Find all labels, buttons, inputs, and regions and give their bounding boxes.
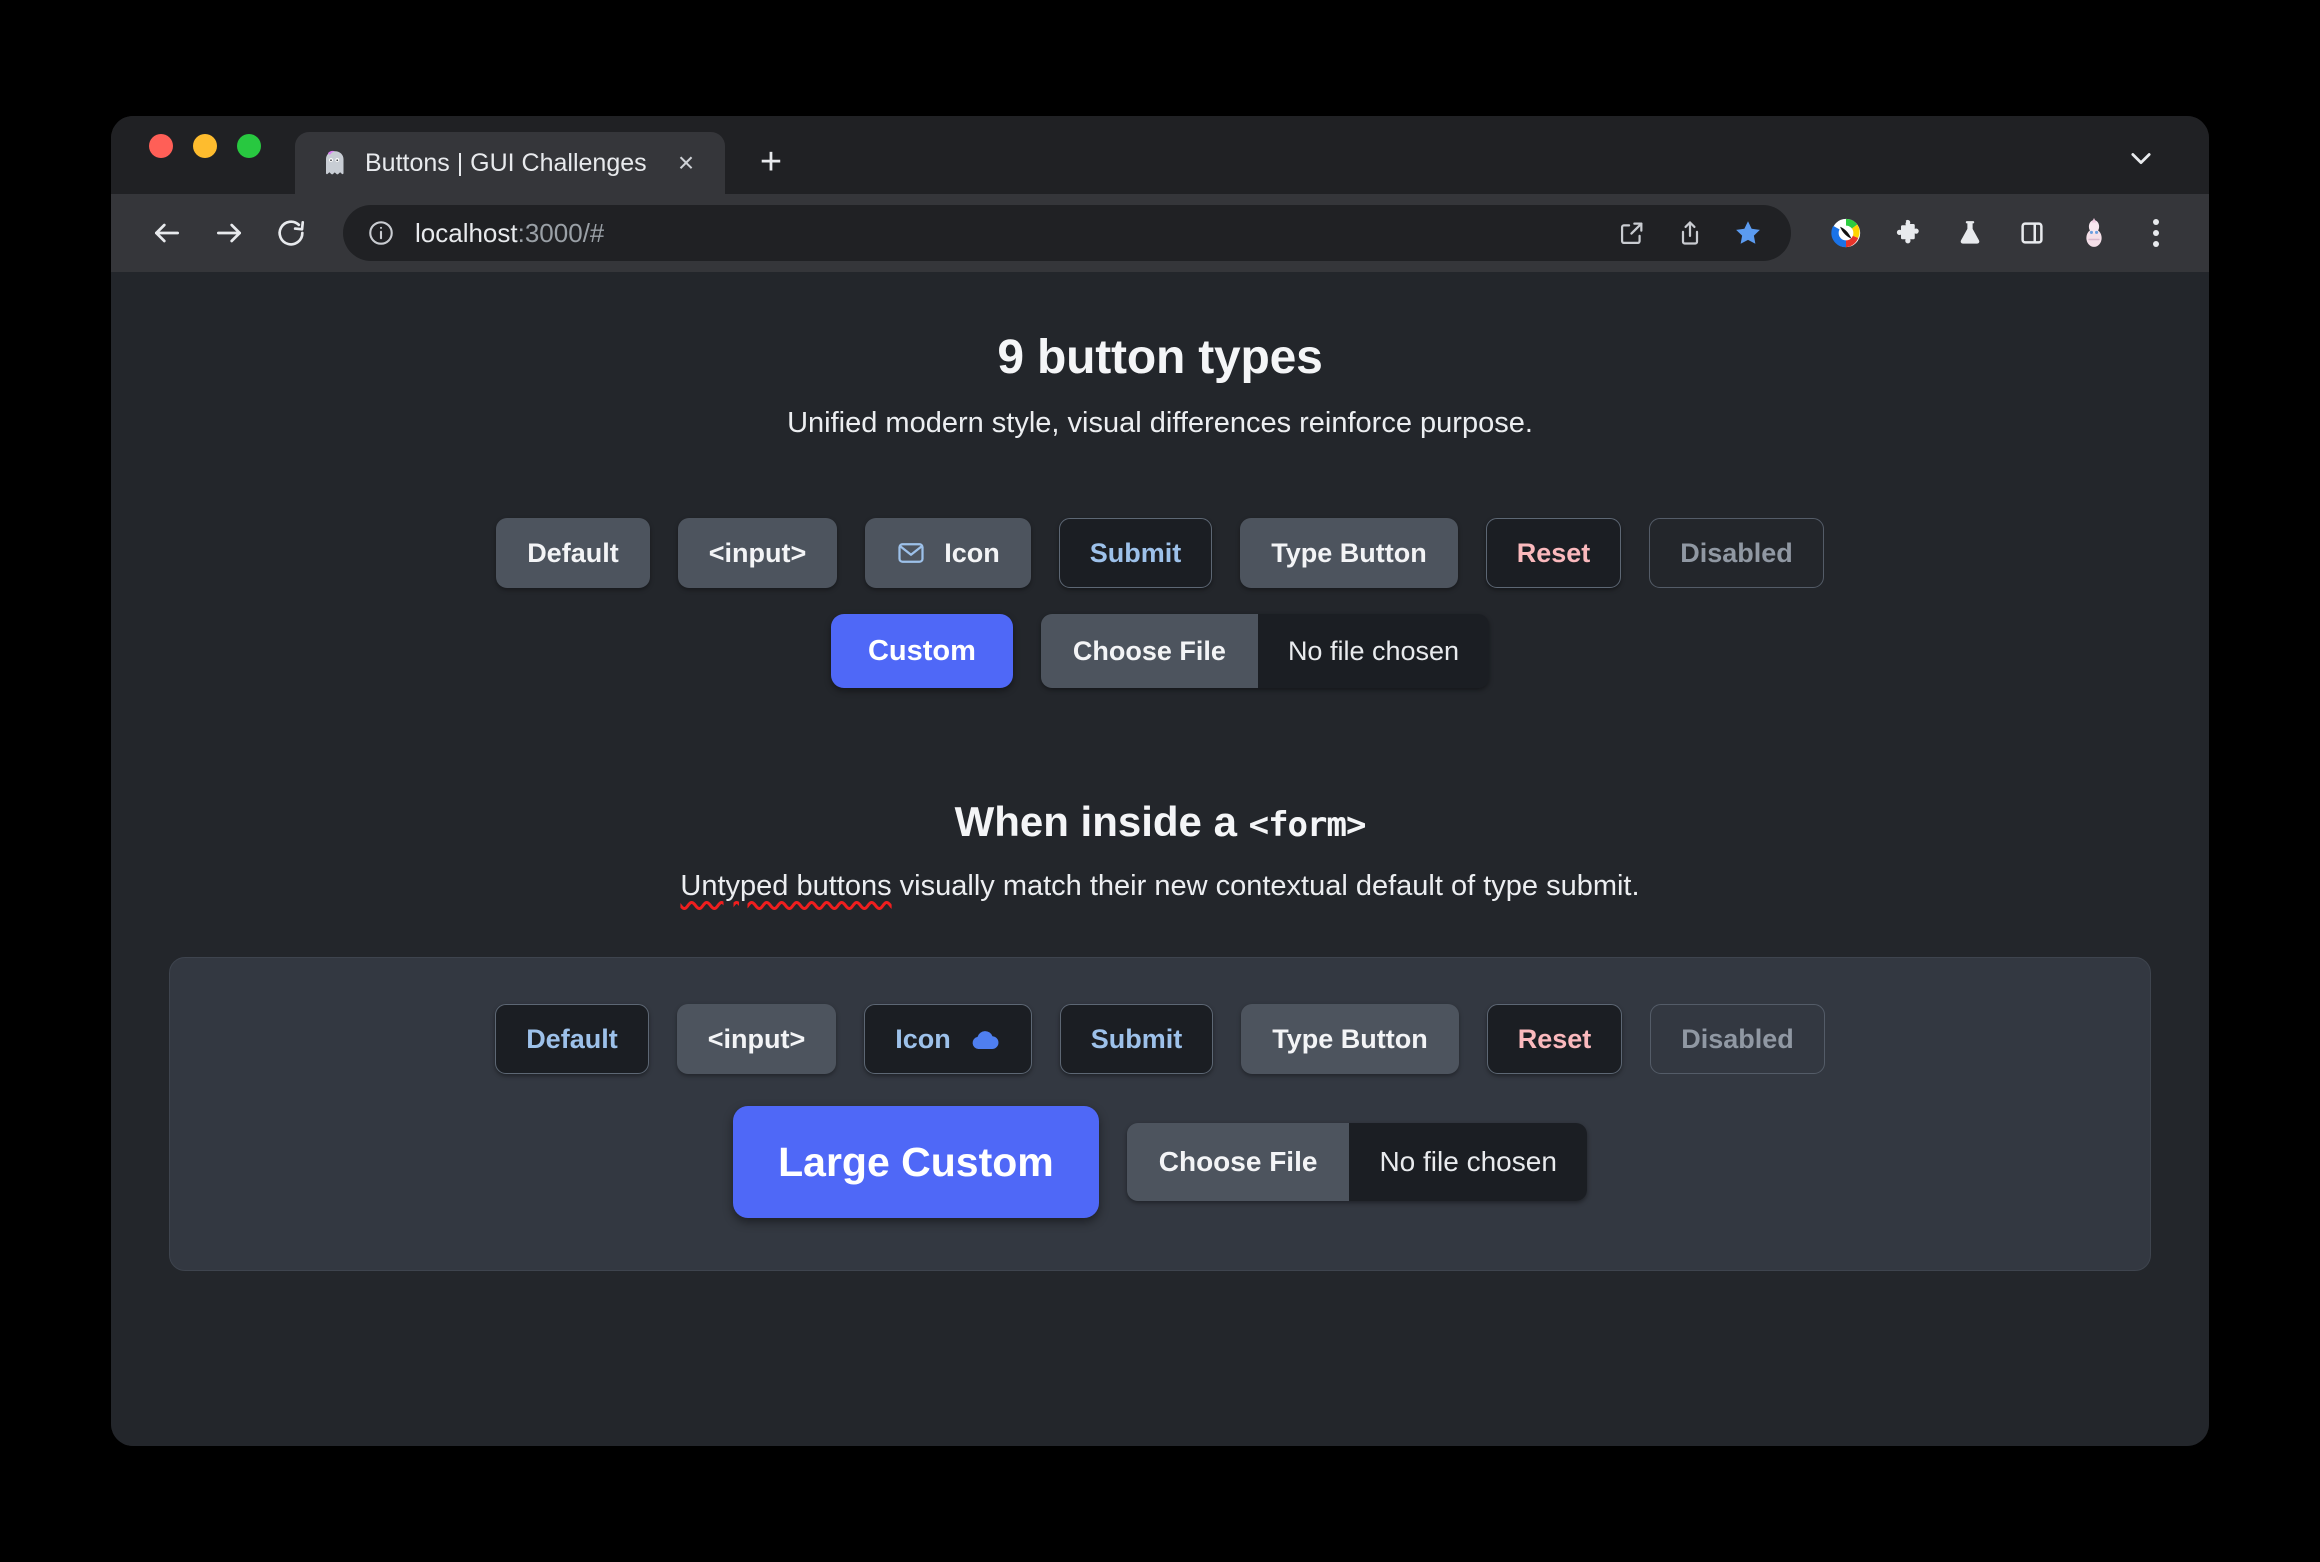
- button-disabled: Disabled: [1649, 518, 1824, 588]
- form-button-reset[interactable]: Reset: [1486, 1004, 1623, 1074]
- button-submit[interactable]: Submit: [1058, 518, 1213, 588]
- page-content: 9 button types Unified modern style, vis…: [111, 272, 2209, 1446]
- button-label: Reset: [1516, 537, 1591, 568]
- file-chosen-label: No file chosen: [1257, 614, 1490, 688]
- button-label: Default: [526, 1023, 618, 1054]
- back-arrow-icon[interactable]: [139, 205, 195, 261]
- button-label: Submit: [1090, 1023, 1183, 1054]
- form-button-submit[interactable]: Submit: [1059, 1004, 1214, 1074]
- form-button-icon[interactable]: Icon: [864, 1004, 1032, 1074]
- window-close-button[interactable]: [149, 134, 173, 158]
- share-icon[interactable]: [1663, 206, 1717, 260]
- form-section-title-text: When inside a: [954, 798, 1249, 845]
- browser-extension-bar: [1819, 206, 2183, 260]
- address-bar-url: localhost:3000/#: [415, 218, 604, 249]
- form-section-title-mono: <form>: [1248, 805, 1367, 845]
- form-section-header: When inside a <form> Untyped buttons vis…: [111, 798, 2209, 903]
- new-tab-button[interactable]: +: [745, 136, 797, 188]
- form-file-input[interactable]: Choose File No file chosen: [1126, 1123, 1587, 1201]
- browser-tab-strip: Buttons | GUI Challenges × +: [111, 116, 2209, 194]
- url-host: localhost: [415, 217, 518, 248]
- form-button-disabled: Disabled: [1650, 1004, 1825, 1074]
- address-bar-actions: [1605, 206, 1775, 260]
- button-label: Submit: [1089, 537, 1182, 568]
- button-label: Large Custom: [778, 1138, 1054, 1185]
- page-subtitle: Unified modern style, visual differences…: [787, 407, 1533, 439]
- button-label: Icon: [944, 537, 1000, 568]
- reload-icon[interactable]: [263, 205, 319, 261]
- color-circle-icon[interactable]: [1819, 206, 1873, 260]
- avatar-icon[interactable]: [2067, 206, 2121, 260]
- choose-file-button[interactable]: Choose File: [1040, 614, 1258, 688]
- button-label: Type Button: [1271, 537, 1427, 568]
- form-container: Default <input> Icon Submit Type Button …: [169, 957, 2151, 1271]
- mail-icon: [896, 538, 926, 568]
- page-title: 9 button types: [997, 331, 1323, 384]
- url-path: :3000/#: [517, 217, 605, 248]
- address-bar[interactable]: localhost:3000/#: [343, 205, 1791, 261]
- form-section-title: When inside a <form>: [111, 798, 2209, 846]
- form-button-type-button[interactable]: Type Button: [1241, 1004, 1459, 1074]
- window-traffic-lights: [149, 116, 261, 194]
- button-label: <input>: [708, 537, 807, 568]
- info-icon[interactable]: [365, 217, 397, 249]
- file-chosen-label: No file chosen: [1349, 1123, 1587, 1201]
- external-link-icon[interactable]: [1605, 206, 1659, 260]
- button-icon[interactable]: Icon: [865, 518, 1031, 588]
- window-maximize-button[interactable]: [237, 134, 261, 158]
- choose-file-button[interactable]: Choose File: [1126, 1123, 1350, 1201]
- menu-dots: [2153, 219, 2159, 247]
- button-label: Reset: [1517, 1023, 1592, 1054]
- form-section-subtitle-rest: visually match their new contextual defa…: [891, 870, 1640, 902]
- button-label: Custom: [867, 634, 976, 667]
- form-button-large-custom[interactable]: Large Custom: [733, 1106, 1099, 1218]
- desktop-background: Buttons | GUI Challenges × + localhost:3…: [0, 0, 2320, 1562]
- chevron-down-icon[interactable]: [2119, 136, 2163, 180]
- browser-tab-title: Buttons | GUI Challenges: [365, 148, 647, 177]
- button-custom[interactable]: Custom: [830, 614, 1013, 688]
- button-label: Default: [527, 537, 619, 568]
- window-minimize-button[interactable]: [193, 134, 217, 158]
- browser-tab-active[interactable]: Buttons | GUI Challenges ×: [295, 132, 725, 194]
- tab-strip-right-controls: [2119, 136, 2163, 180]
- forward-arrow-icon[interactable]: [201, 205, 257, 261]
- form-button-input[interactable]: <input>: [676, 1004, 837, 1074]
- button-reset[interactable]: Reset: [1485, 518, 1622, 588]
- form-button-row-custom: Large Custom Choose File No file chosen: [170, 1106, 2150, 1218]
- puzzle-icon[interactable]: [1881, 206, 1935, 260]
- button-input[interactable]: <input>: [677, 518, 838, 588]
- form-section-subtitle: Untyped buttons visually match their new…: [111, 870, 2209, 903]
- button-label: Type Button: [1272, 1023, 1428, 1054]
- button-label: Disabled: [1680, 537, 1793, 568]
- form-button-row-primary: Default <input> Icon Submit Type Button …: [170, 1004, 2150, 1074]
- button-label: <input>: [707, 1023, 806, 1054]
- side-panel-icon[interactable]: [2005, 206, 2059, 260]
- three-dot-menu-icon[interactable]: [2129, 206, 2183, 260]
- button-label: Icon: [895, 1023, 951, 1054]
- button-type-button[interactable]: Type Button: [1240, 518, 1458, 588]
- star-icon[interactable]: [1721, 206, 1775, 260]
- spellcheck-text: Untyped buttons: [680, 870, 892, 902]
- button-default[interactable]: Default: [496, 518, 650, 588]
- tab-list: Buttons | GUI Challenges × +: [295, 116, 797, 194]
- button-label: Disabled: [1681, 1023, 1794, 1054]
- flask-icon[interactable]: [1943, 206, 1997, 260]
- cloud-icon: [969, 1023, 1001, 1055]
- close-icon[interactable]: ×: [669, 146, 703, 180]
- form-button-default[interactable]: Default: [495, 1004, 649, 1074]
- button-row-custom: Custom Choose File No file chosen: [111, 614, 2209, 688]
- file-input[interactable]: Choose File No file chosen: [1040, 614, 1490, 688]
- button-row-primary: Default <input> Icon Submit Type Button …: [111, 518, 2209, 588]
- browser-window: Buttons | GUI Challenges × + localhost:3…: [111, 116, 2209, 1446]
- ghost-icon: [319, 148, 349, 178]
- browser-toolbar: localhost:3000/#: [111, 194, 2209, 272]
